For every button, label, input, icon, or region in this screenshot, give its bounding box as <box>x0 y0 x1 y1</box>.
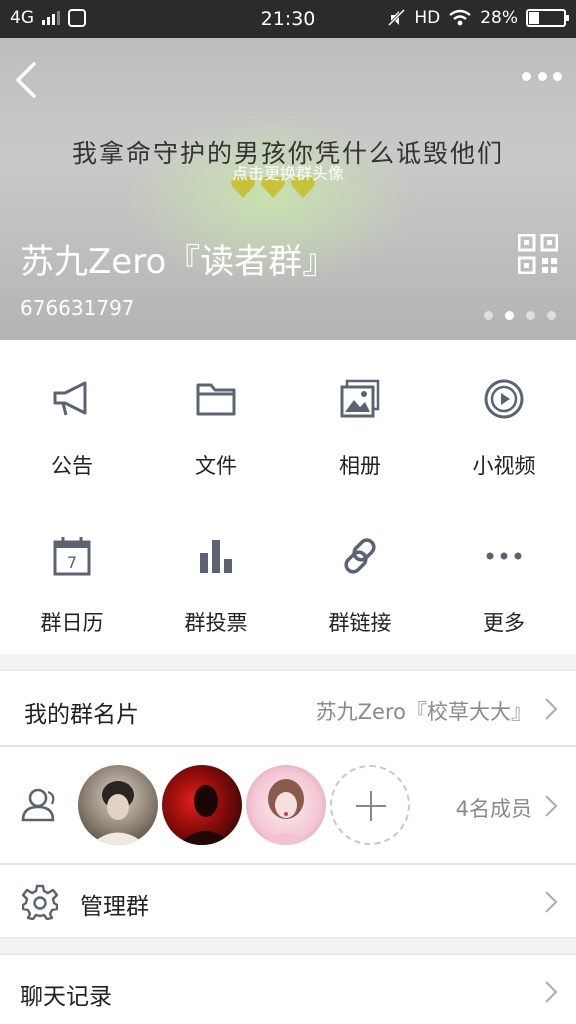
group-id: 676631797 <box>20 296 135 320</box>
feature-grid: 公告 文件 相册 小视频 7 群日历 群投票 群链接 更多 <box>0 340 576 654</box>
group-header[interactable]: 我拿命守护的男孩你凭什么诋毁他们 点击更换群头像 苏九Zero『读者群』 676… <box>0 38 576 340</box>
feature-link[interactable]: 群链接 <box>288 497 432 654</box>
video-play-icon <box>484 379 524 419</box>
qr-code-button[interactable] <box>518 234 558 274</box>
page-indicator <box>484 311 556 320</box>
wifi-icon <box>449 9 471 26</box>
group-card-title: 我的群名片 <box>24 702 139 728</box>
calendar-icon: 7 <box>53 537 91 576</box>
bar-chart-icon <box>200 540 232 573</box>
chevron-right-icon <box>545 981 558 1003</box>
folder-icon <box>196 383 236 416</box>
feature-label: 公告 <box>51 454 93 478</box>
feature-label: 更多 <box>483 611 525 635</box>
svg-text:7: 7 <box>67 553 77 572</box>
page-dot-active <box>505 311 514 320</box>
chevron-right-icon <box>545 795 558 817</box>
member-avatar[interactable] <box>162 765 242 845</box>
feature-label: 相册 <box>339 454 381 478</box>
member-count: 4名成员 <box>455 797 532 821</box>
feature-files[interactable]: 文件 <box>144 340 288 497</box>
feature-label: 小视频 <box>472 454 536 478</box>
manage-group-title: 管理群 <box>80 894 149 920</box>
gear-icon <box>22 884 58 920</box>
feature-label: 群链接 <box>328 611 392 635</box>
feature-album[interactable]: 相册 <box>288 340 432 497</box>
feature-vote[interactable]: 群投票 <box>144 497 288 654</box>
member-avatar[interactable] <box>246 765 326 845</box>
change-avatar-hint[interactable]: 点击更换群头像 <box>0 160 576 184</box>
add-member-button[interactable] <box>330 765 410 845</box>
chat-history-row[interactable]: 聊天记录 <box>0 954 576 1024</box>
page-dot <box>547 311 556 320</box>
photo-album-icon <box>340 379 380 418</box>
feature-label: 文件 <box>195 454 237 478</box>
hd-indicator: HD <box>414 8 441 28</box>
feature-label: 群日历 <box>40 611 104 635</box>
battery-icon <box>526 9 569 27</box>
more-options-button[interactable] <box>522 68 562 84</box>
member-avatar[interactable] <box>78 765 158 845</box>
chat-history-title: 聊天记录 <box>20 984 112 1010</box>
page-dot <box>526 311 535 320</box>
group-card-value: 苏九Zero『校草大大』 <box>315 700 532 724</box>
feature-more[interactable]: 更多 <box>432 497 576 654</box>
my-group-card-row[interactable]: 我的群名片 苏九Zero『校草大大』 <box>0 670 576 746</box>
chevron-right-icon <box>545 698 558 720</box>
members-icon <box>21 788 55 822</box>
more-dots-icon <box>486 552 522 560</box>
feature-label: 群投票 <box>184 611 248 635</box>
feature-short-video[interactable]: 小视频 <box>432 340 576 497</box>
battery-percent: 28% <box>480 8 518 28</box>
chevron-right-icon <box>545 891 558 913</box>
group-name: 苏九Zero『读者群』 <box>20 242 337 282</box>
mute-icon <box>388 9 406 27</box>
megaphone-icon <box>53 381 87 416</box>
manage-group-row[interactable]: 管理群 <box>0 864 576 938</box>
back-button[interactable] <box>14 62 38 98</box>
link-icon <box>344 538 376 574</box>
page-dot <box>484 311 493 320</box>
feature-announcement[interactable]: 公告 <box>0 340 144 497</box>
members-row[interactable]: 4名成员 <box>0 746 576 864</box>
feature-calendar[interactable]: 7 群日历 <box>0 497 144 654</box>
status-bar: 4G 21:30 HD 28% <box>0 0 576 38</box>
